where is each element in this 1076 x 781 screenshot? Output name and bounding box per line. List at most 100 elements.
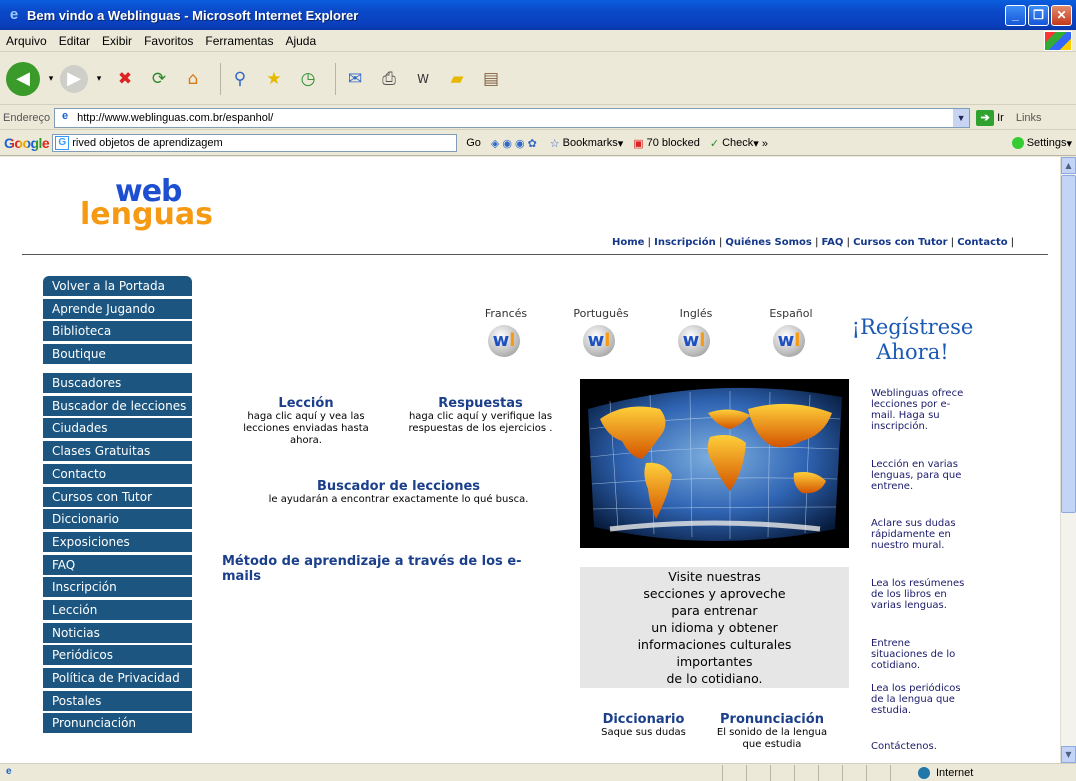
vertical-scrollbar[interactable]: ▲ ▼ — [1060, 157, 1076, 763]
scroll-down-icon[interactable]: ▼ — [1061, 746, 1076, 763]
history-icon[interactable]: ◷ — [295, 66, 321, 92]
menu-exibir[interactable]: Exibir — [96, 34, 138, 48]
spell-check-button[interactable]: ✓ Check ▾ » — [705, 137, 773, 150]
google-settings-button[interactable]: Settings ▾ — [1011, 137, 1072, 150]
leccion-link[interactable]: Lección — [226, 396, 386, 411]
maximize-button[interactable]: ❐ — [1028, 4, 1049, 26]
badge-ingles[interactable]: Inglés wl — [661, 307, 731, 357]
right-text-periodicos[interactable]: Lea los periódicos de la lengua que estu… — [871, 683, 966, 716]
buscador-link[interactable]: Buscador de lecciones — [226, 479, 571, 494]
research-icon[interactable]: ▤ — [478, 66, 504, 92]
sidenav-item[interactable]: Pronunciación — [43, 713, 192, 734]
google-bookmarks-button[interactable]: ☆ Bookmarks ▾ — [545, 137, 628, 150]
edit-icon[interactable]: W — [410, 66, 436, 92]
metodo-link[interactable]: Método de aprendizaje a través de los e-… — [222, 554, 542, 584]
right-text-resumenes[interactable]: Lea los resúmenes de los libros en varia… — [871, 578, 966, 611]
search-icon[interactable]: ⚲ — [227, 66, 253, 92]
back-icon[interactable]: ◀ — [6, 61, 40, 96]
right-text-contacto[interactable]: Contáctenos. — [871, 741, 966, 752]
right-text-leccion[interactable]: Lección en varias lenguas, para que entr… — [871, 459, 966, 492]
sidenav-item[interactable]: Exposiciones — [43, 531, 192, 552]
badge-portugues[interactable]: Português wl — [566, 307, 636, 357]
home-icon[interactable]: ⌂ — [180, 66, 206, 92]
go-button[interactable]: ➔ Ir — [976, 109, 1004, 126]
favorites-icon[interactable]: ★ — [261, 66, 287, 92]
badge-espanol[interactable]: Español wl — [756, 307, 826, 357]
weblinguas-badge-icon: wl — [773, 325, 805, 357]
diccionario-link[interactable]: Diccionario — [586, 712, 701, 727]
register-now-link[interactable]: ¡Regístrese Ahora! — [850, 315, 975, 365]
address-dropdown-icon[interactable]: ▼ — [953, 108, 970, 127]
site-logo-lenguas[interactable]: lenguas — [80, 197, 213, 232]
menu-favoritos[interactable]: Favoritos — [138, 34, 199, 48]
bookmarks-star-icon: ☆ — [549, 137, 560, 150]
topnav-contacto[interactable]: Contacto — [957, 237, 1007, 248]
google-logo[interactable]: Google — [0, 135, 52, 151]
spellcheck-icon: ✓ — [709, 137, 720, 150]
status-cells — [722, 764, 914, 781]
sidenav-item[interactable]: Boutique — [43, 344, 192, 365]
sidenav-item[interactable]: Lección — [43, 599, 192, 620]
pronunciacion-link[interactable]: Pronunciación — [708, 712, 836, 727]
right-text-inscripcion[interactable]: Weblinguas ofrece lecciones por e-mail. … — [871, 388, 966, 432]
menu-arquivo[interactable]: Arquivo — [0, 34, 53, 48]
scroll-up-icon[interactable]: ▲ — [1061, 157, 1076, 174]
buscador-desc: le ayudarán a encontrar exactamente lo q… — [268, 494, 529, 505]
refresh-icon[interactable]: ⟳ — [146, 66, 172, 92]
pronunciacion-block: Pronunciación El sonido de la lengua que… — [708, 712, 836, 751]
badge-label: Inglés — [679, 307, 713, 320]
google-tool-icons[interactable]: ◈◉◉✿ — [486, 137, 545, 150]
topnav-faq[interactable]: FAQ — [822, 237, 844, 248]
sidenav-item[interactable]: Biblioteca — [43, 321, 192, 342]
topnav-quienes-somos[interactable]: Quiénes Somos — [725, 237, 811, 248]
google-search-input[interactable]: G rived objetos de aprendizagem — [52, 134, 458, 152]
sidenav-item[interactable]: Noticias — [43, 622, 192, 643]
sidenav-item[interactable]: Cursos con Tutor — [43, 486, 192, 507]
sidenav-item[interactable]: FAQ — [43, 554, 192, 575]
links-button[interactable]: Links — [1016, 112, 1042, 124]
topnav-inscripcion[interactable]: Inscripción — [654, 237, 716, 248]
sidenav-item[interactable]: Diccionario — [43, 509, 192, 530]
mail-icon[interactable]: ✉ — [342, 66, 368, 92]
sidenav-item[interactable]: Buscadores — [43, 373, 192, 394]
stop-icon[interactable]: ✖ — [112, 66, 138, 92]
sidenav-item[interactable]: Postales — [43, 690, 192, 711]
side-navigation: Volver a la Portada Aprende Jugando Bibl… — [43, 276, 192, 736]
google-go-button[interactable]: Go — [461, 137, 486, 149]
topnav-cursos[interactable]: Cursos con Tutor — [853, 237, 947, 248]
folder-icon[interactable]: ▰ — [444, 66, 470, 92]
sidenav-item[interactable]: Periódicos — [43, 645, 192, 666]
page-icon: e — [62, 109, 69, 122]
check-label: Check — [722, 137, 754, 149]
sidenav-item[interactable]: Política de Privacidad — [43, 668, 192, 688]
right-text-mural[interactable]: Aclare sus dudas rápidamente en nuestro … — [871, 518, 966, 551]
sidenav-item[interactable]: Contacto — [43, 463, 192, 484]
back-dropdown-icon[interactable]: ▾ — [46, 66, 56, 92]
badge-frances[interactable]: Francés wl — [471, 307, 541, 357]
status-bar: e Internet — [0, 763, 1076, 781]
forward-dropdown-icon[interactable]: ▾ — [94, 66, 104, 92]
close-button[interactable]: ✕ — [1051, 4, 1072, 26]
address-input[interactable]: e http://www.weblinguas.com.br/espanhol/… — [54, 107, 971, 128]
page-status-icon: e — [6, 765, 12, 777]
sidenav-item[interactable]: Inscripción — [43, 577, 192, 598]
world-map-image — [580, 379, 849, 548]
menu-ferramentas[interactable]: Ferramentas — [199, 34, 279, 48]
sidenav-item[interactable]: Aprende Jugando — [43, 298, 192, 319]
sidenav-item[interactable]: Volver a la Portada — [43, 276, 192, 296]
topnav-home[interactable]: Home — [612, 237, 644, 248]
menu-ajuda[interactable]: Ajuda — [279, 34, 322, 48]
sidenav-item[interactable]: Buscador de lecciones — [43, 395, 192, 416]
right-text-situaciones[interactable]: Entrene situaciones de lo cotidiano. — [871, 638, 966, 671]
address-url: http://www.weblinguas.com.br/espanhol/ — [77, 111, 274, 124]
respuestas-link[interactable]: Respuestas — [393, 396, 568, 411]
popup-blocked-button[interactable]: ▣ 70 blocked — [628, 137, 705, 150]
forward-icon[interactable]: ▶ — [60, 64, 88, 93]
sidenav-item[interactable]: Clases Gratuitas — [43, 441, 192, 462]
diccionario-block: Diccionario Saque sus dudas — [586, 712, 701, 739]
scroll-thumb[interactable] — [1061, 175, 1076, 513]
minimize-button[interactable]: _ — [1005, 4, 1026, 26]
menu-editar[interactable]: Editar — [53, 34, 96, 48]
print-icon[interactable]: ⎙ — [376, 66, 402, 92]
sidenav-item[interactable]: Ciudades — [43, 418, 192, 439]
